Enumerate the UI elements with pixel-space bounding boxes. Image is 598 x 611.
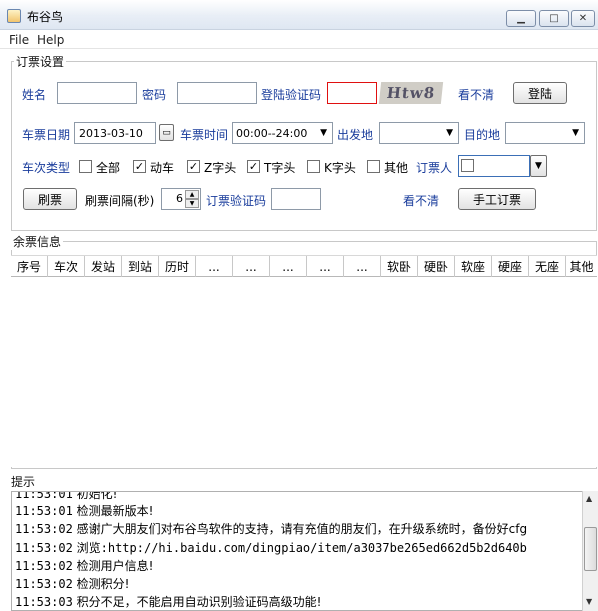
- checkbox-all-label: 全部: [96, 161, 121, 175]
- train-type-label: 车次类型: [22, 161, 71, 175]
- col-hidden-1[interactable]: ...: [196, 256, 233, 277]
- app-icon: [7, 9, 21, 23]
- interval-label: 刷票间隔(秒): [85, 194, 155, 208]
- log-line: 11:53:03 积分不足，不能启用自动识别验证码高级功能!: [15, 595, 322, 609]
- login-captcha-label: 登陆验证码: [261, 88, 322, 102]
- maximize-button[interactable]: □: [539, 10, 569, 27]
- chevron-down-icon: ▼: [535, 161, 542, 171]
- col-hard-seat[interactable]: 硬座: [492, 256, 529, 277]
- col-hidden-5[interactable]: ...: [344, 256, 381, 277]
- menu-file[interactable]: File: [9, 33, 29, 47]
- log-scroll-thumb[interactable]: [584, 527, 597, 571]
- col-hidden-3[interactable]: ...: [270, 256, 307, 277]
- col-soft-sleeper[interactable]: 软卧: [381, 256, 418, 277]
- calendar-icon: ▭: [162, 127, 171, 138]
- refresh-captcha-link[interactable]: 看不清: [458, 86, 494, 103]
- minimize-button[interactable]: ▁: [506, 10, 536, 27]
- password-input[interactable]: [177, 82, 257, 104]
- col-train[interactable]: 车次: [48, 256, 85, 277]
- log-scrollbar[interactable]: ▲ ▼: [582, 491, 598, 611]
- name-label: 姓名: [22, 88, 47, 102]
- from-label: 出发地: [337, 128, 374, 142]
- checkbox-k[interactable]: [307, 160, 320, 173]
- passenger-checkbox[interactable]: [461, 159, 474, 172]
- passenger-dropdown-button[interactable]: ▼: [530, 155, 547, 177]
- menu-bar: [0, 30, 598, 49]
- time-select[interactable]: 00:00--24:00 ▼: [232, 122, 333, 144]
- checkbox-z-label: Z字头: [204, 161, 237, 175]
- log-line: 11:53:02 检测用户信息!: [15, 559, 154, 573]
- login-button[interactable]: 登陆: [513, 82, 567, 104]
- spinner-down-icon[interactable]: ▼: [185, 199, 199, 208]
- window-title: 布谷鸟: [27, 10, 64, 24]
- scroll-up-icon[interactable]: ▲: [586, 494, 592, 503]
- order-captcha-label: 订票验证码: [206, 194, 267, 208]
- log-line: 11:53:02 感谢广大朋友们对布谷鸟软件的支持，请有充值的朋友们，在升级系统…: [15, 522, 528, 536]
- checkbox-emu-label: 动车: [150, 161, 175, 175]
- time-label: 车票时间: [180, 128, 229, 142]
- col-hidden-2[interactable]: ...: [233, 256, 270, 277]
- col-hard-sleeper[interactable]: 硬卧: [418, 256, 455, 277]
- passenger-label: 订票人: [416, 161, 453, 175]
- log-line: 11:53:02 检测积分!: [15, 577, 130, 591]
- tickets-title: 余票信息: [11, 233, 64, 250]
- manual-order-button[interactable]: 手工订票: [458, 188, 536, 210]
- close-button[interactable]: ✕: [571, 10, 595, 27]
- col-hidden-4[interactable]: ...: [307, 256, 344, 277]
- col-to[interactable]: 到站: [122, 256, 159, 277]
- log-line: 11:53:01 初始化!: [15, 491, 118, 501]
- col-duration[interactable]: 历时: [159, 256, 196, 277]
- time-select-value: 00:00--24:00: [236, 126, 308, 140]
- checkbox-t-label: T字头: [264, 161, 296, 175]
- order-captcha-input[interactable]: [271, 188, 321, 210]
- checkbox-all[interactable]: [79, 160, 92, 173]
- checkbox-t[interactable]: ✓: [247, 160, 260, 173]
- menu-help[interactable]: Help: [37, 33, 64, 47]
- calendar-button[interactable]: ▭: [159, 124, 174, 141]
- tickets-table-body[interactable]: [11, 277, 597, 467]
- password-label: 密码: [142, 88, 167, 102]
- col-soft-seat[interactable]: 软座: [455, 256, 492, 277]
- spinner-up-icon[interactable]: ▲: [185, 190, 199, 199]
- log-text-area[interactable]: 11:53:01 初始化! 11:53:01 检测最新版本! 11:53:02 …: [11, 491, 582, 611]
- col-no-seat[interactable]: 无座: [529, 256, 566, 277]
- refresh-order-captcha-link[interactable]: 看不清: [403, 192, 439, 209]
- name-input[interactable]: [57, 82, 137, 104]
- col-from[interactable]: 发站: [85, 256, 122, 277]
- chevron-down-icon: ▼: [446, 128, 453, 138]
- date-label: 车票日期: [22, 128, 71, 142]
- passenger-combo[interactable]: [458, 155, 530, 177]
- chevron-down-icon: ▼: [320, 128, 327, 138]
- from-select[interactable]: ▼: [379, 122, 459, 144]
- login-captcha-input[interactable]: [327, 82, 377, 104]
- checkbox-other[interactable]: [367, 160, 380, 173]
- date-input[interactable]: [74, 122, 156, 144]
- chevron-down-icon: ▼: [572, 128, 579, 138]
- checkbox-emu[interactable]: ✓: [133, 160, 146, 173]
- interval-value: 6: [176, 192, 183, 205]
- checkbox-k-label: K字头: [324, 161, 356, 175]
- interval-spinner[interactable]: 6 ▲ ▼: [161, 188, 201, 210]
- log-line: 11:53:02 浏览:http://hi.baidu.com/dingpiao…: [15, 541, 527, 555]
- log-title: 提示: [11, 473, 36, 490]
- to-label: 目的地: [464, 128, 501, 142]
- refresh-tickets-button[interactable]: 刷票: [23, 188, 77, 210]
- col-other[interactable]: 其他: [566, 256, 597, 277]
- log-line: 11:53:01 检测最新版本!: [15, 504, 154, 518]
- captcha-image[interactable]: Htw8: [378, 82, 444, 104]
- to-select[interactable]: ▼: [505, 122, 585, 144]
- col-index[interactable]: 序号: [11, 256, 48, 277]
- scroll-down-icon[interactable]: ▼: [586, 597, 592, 606]
- checkbox-z[interactable]: ✓: [187, 160, 200, 173]
- checkbox-other-label: 其他: [384, 161, 409, 175]
- booking-settings-title: 订票设置: [14, 53, 67, 70]
- tickets-table-header: 序号 车次 发站 到站 历时 ... ... ... ... ... 软卧 硬卧…: [11, 255, 597, 277]
